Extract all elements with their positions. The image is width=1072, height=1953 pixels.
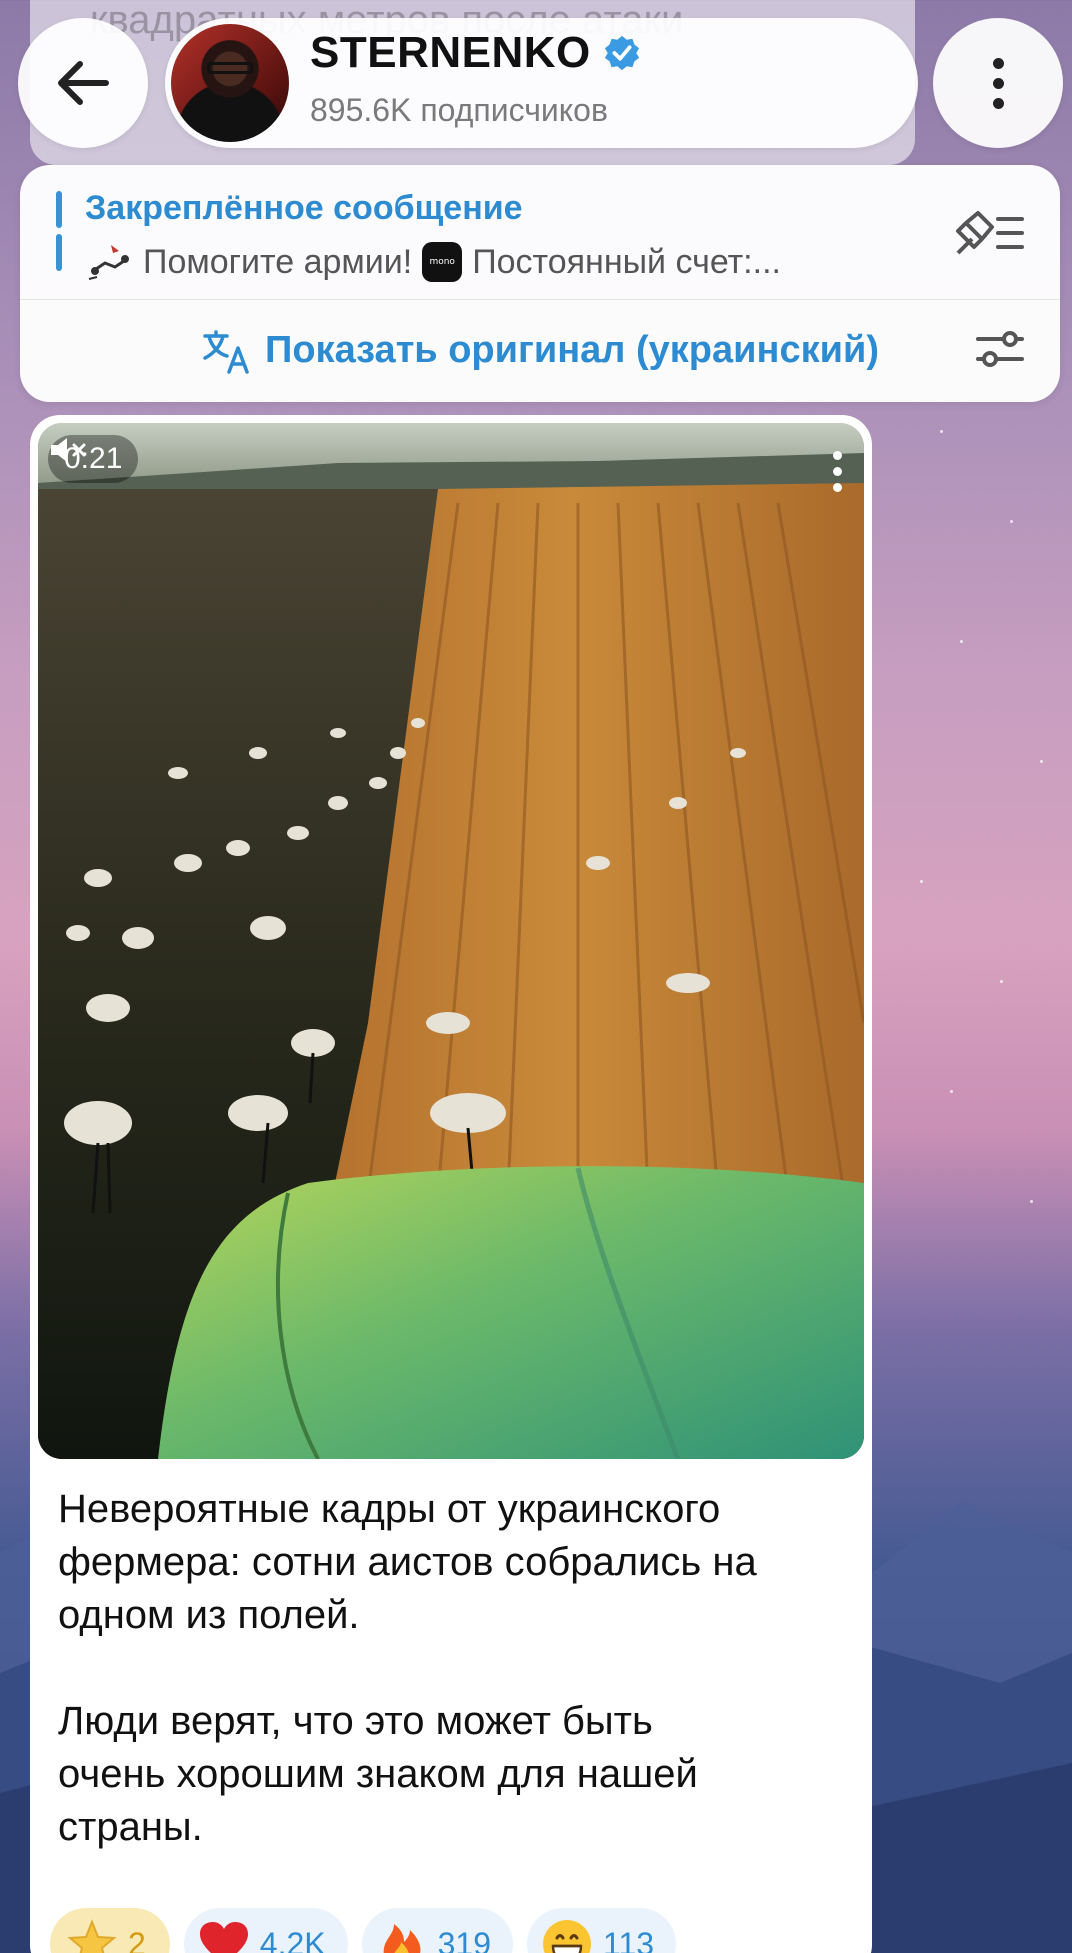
show-original-label: Показать оригинал (украинский) xyxy=(265,329,879,371)
pinned-preview: Помогите армии! mono Постоянный счет:... xyxy=(85,241,781,283)
pinned-text-part2: Постоянный счет:... xyxy=(472,242,781,281)
fire-icon xyxy=(383,1924,421,1953)
video-menu-icon[interactable] xyxy=(833,451,842,492)
pinned-message-panel[interactable]: Закреплённое сообщение Помогите армии! m… xyxy=(20,165,1060,402)
reaction-heart[interactable]: 4.2K xyxy=(183,1908,348,1953)
video-player[interactable]: 0:21 xyxy=(38,423,864,1459)
pin-indicator xyxy=(56,191,62,271)
reaction-grin[interactable]: 113 xyxy=(527,1908,677,1953)
pinned-title: Закреплённое сообщение xyxy=(85,189,523,227)
channel-title: STERNENKO xyxy=(310,28,591,77)
avatar[interactable] xyxy=(171,24,289,142)
reactions-bar: 2 4.2K 319 113 xyxy=(50,1908,677,1953)
back-button[interactable] xyxy=(18,18,148,148)
monobank-icon: mono xyxy=(422,242,463,282)
drone-icon xyxy=(88,245,129,280)
more-options-button[interactable] xyxy=(933,18,1063,148)
verified-badge-icon xyxy=(604,35,639,71)
heart-icon xyxy=(199,1922,248,1953)
subscriber-count: 895.6K подписчиков xyxy=(310,92,608,128)
reaction-heart-count: 4.2K xyxy=(259,1925,326,1953)
star-icon xyxy=(67,1919,117,1953)
more-vertical-icon xyxy=(992,57,1004,109)
reaction-star[interactable]: 2 xyxy=(50,1908,170,1953)
channel-message[interactable]: 0:21 Невероятные кадры от украинского фе… xyxy=(30,415,872,1953)
arrow-left-icon xyxy=(58,61,109,105)
message-caption: Невероятные кадры от украинского фермера… xyxy=(58,1487,757,1849)
reaction-fire-count: 319 xyxy=(437,1925,492,1953)
translate-icon xyxy=(203,329,249,374)
pinned-list-icon[interactable] xyxy=(952,205,1026,261)
pinned-text-part1: Помогите армии! xyxy=(143,242,413,281)
reaction-star-count: 2 xyxy=(128,1925,146,1953)
reaction-grin-count: 113 xyxy=(603,1925,655,1953)
reaction-fire[interactable]: 319 xyxy=(361,1908,514,1953)
grinning-face-icon xyxy=(543,1920,592,1953)
show-original-button[interactable]: Показать оригинал (украинский) xyxy=(20,299,1060,402)
video-frame xyxy=(38,423,864,1459)
translation-settings-icon[interactable] xyxy=(974,325,1026,373)
video-duration-badge: 0:21 xyxy=(48,435,139,483)
muted-speaker-icon[interactable] xyxy=(48,435,88,465)
channel-header[interactable]: STERNENKO 895.6K подписчиков xyxy=(165,18,918,148)
